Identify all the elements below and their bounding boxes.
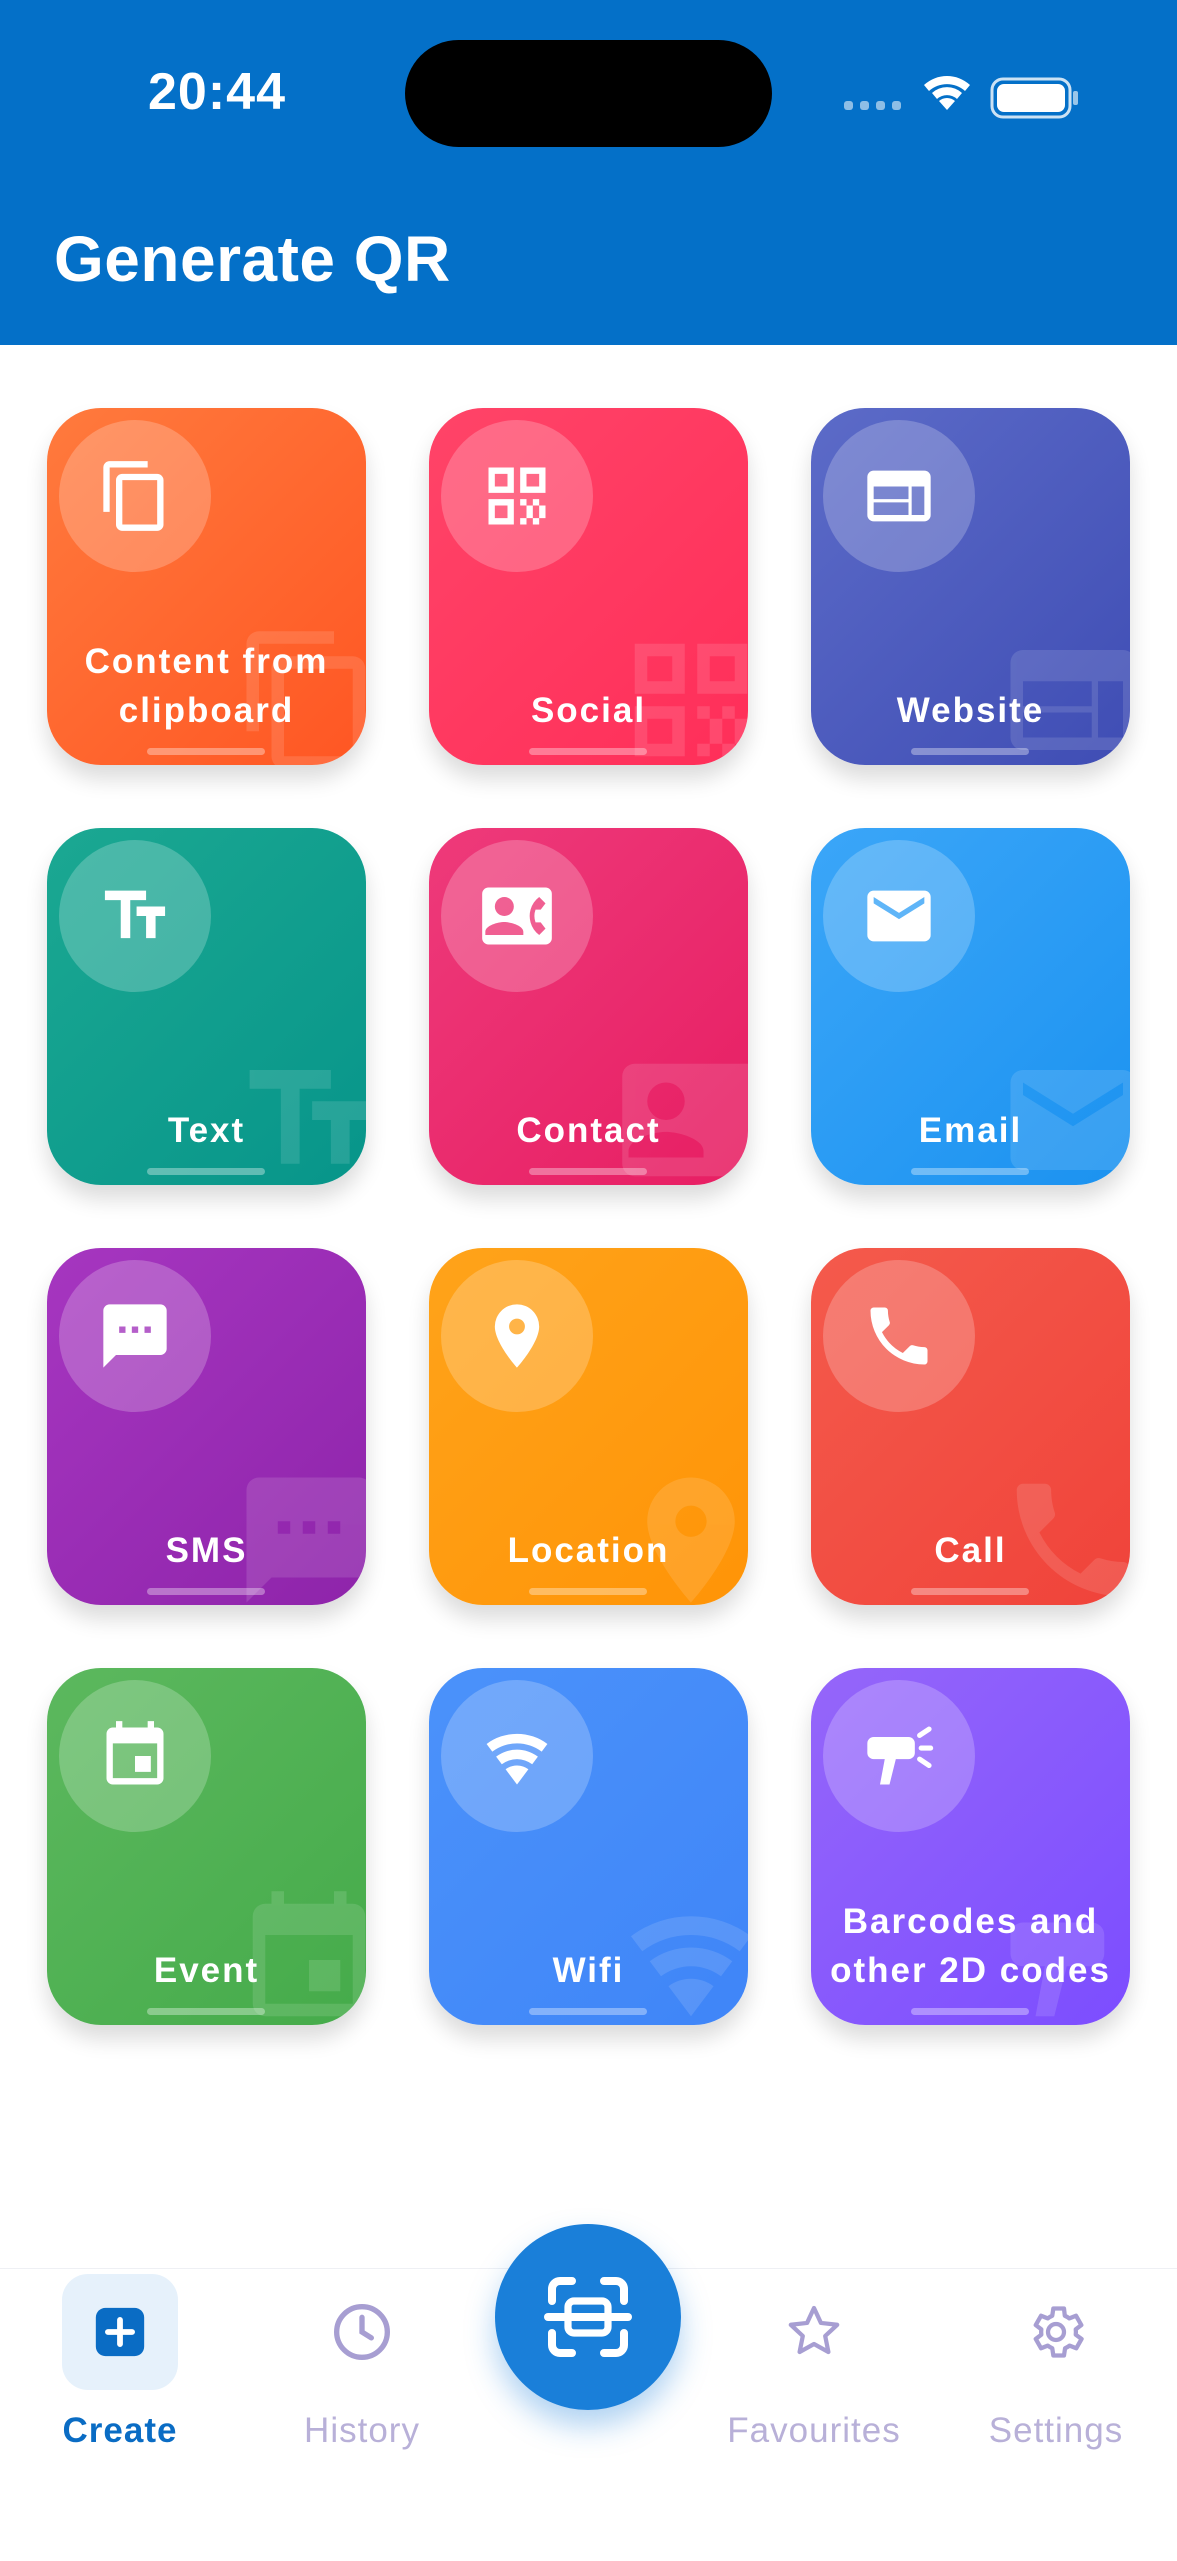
nav-history-label: History (304, 2411, 420, 2450)
tile-label: Barcodes and other 2D codes (830, 1902, 1111, 1990)
tile-bar (147, 2008, 265, 2015)
tile-icon-circle (59, 1260, 211, 1412)
tile-location[interactable]: Location (429, 1248, 748, 1605)
tile-sms[interactable]: SMS (47, 1248, 366, 1605)
tile-label: Website (896, 691, 1045, 730)
star-icon (788, 2305, 840, 2355)
phone-icon (870, 1307, 928, 1365)
tile-bar (911, 1588, 1029, 1595)
tile-social[interactable]: Social (429, 408, 748, 765)
tile-label: SMS (165, 1531, 248, 1570)
tile-barcodes[interactable]: Barcodes and other 2D codes (811, 1668, 1130, 2025)
tile-bar (147, 1168, 265, 1175)
tile-label: Email (918, 1111, 1023, 1150)
tile-icon-circle (823, 1260, 975, 1412)
scan-icon (544, 2277, 632, 2357)
nav-settings[interactable]: Settings (946, 2269, 1166, 2469)
status-time: 20:44 (148, 63, 286, 121)
tile-icon-circle (59, 420, 211, 572)
tile-email[interactable]: Email (811, 828, 1130, 1185)
nav-favourites-icon-box (756, 2274, 872, 2390)
wifi-status-icon (924, 76, 970, 110)
tile-label: Location (507, 1531, 670, 1570)
nav-favourites[interactable]: Favourites (704, 2269, 924, 2469)
contact-card-icon (482, 887, 552, 945)
tile-contact[interactable]: Contact (429, 828, 748, 1185)
clock-icon (334, 2304, 390, 2360)
tile-bar (911, 1168, 1029, 1175)
tile-label: Contact (516, 1111, 661, 1150)
tile-website[interactable]: Website (811, 408, 1130, 765)
email-icon (867, 890, 931, 942)
qr-code-icon (488, 467, 546, 525)
nav-history[interactable]: History (252, 2269, 472, 2469)
wifi-icon (486, 1733, 548, 1785)
tile-bar (147, 1588, 265, 1595)
tile-icon-circle (441, 420, 593, 572)
page-title: Generate QR (54, 223, 451, 295)
web-page-icon (867, 470, 931, 522)
tile-bar (529, 1168, 647, 1175)
tile-label: Event (153, 1951, 260, 1990)
tile-icon-circle (441, 1260, 593, 1412)
tile-text[interactable]: Text (47, 828, 366, 1185)
tile-icon-circle (59, 840, 211, 992)
tile-icon-circle (823, 840, 975, 992)
app-header: 20:44 Generate QR (0, 0, 1177, 345)
scan-button[interactable] (495, 2224, 681, 2410)
tile-icon-circle (441, 1680, 593, 1832)
nav-favourites-label: Favourites (727, 2411, 901, 2450)
tile-label: Text (167, 1111, 246, 1150)
tile-bar (911, 748, 1029, 755)
tile-event[interactable]: Event (47, 1668, 366, 2025)
tile-label: Content from clipboard (84, 642, 329, 730)
tile-bar (147, 748, 265, 755)
barcode-scanner-icon (867, 1726, 934, 1785)
add-box-icon (95, 2307, 145, 2357)
text-format-icon (104, 890, 166, 939)
tile-bar (911, 2008, 1029, 2015)
nav-create-label: Create (62, 2411, 178, 2450)
tile-wifi[interactable]: Wifi (429, 1668, 748, 2025)
tile-icon-circle (823, 1680, 975, 1832)
tile-call[interactable]: Call (811, 1248, 1130, 1605)
tile-label: Wifi (552, 1951, 625, 1990)
tile-label: Call (934, 1531, 1007, 1570)
signal-icon (844, 101, 901, 110)
nav-create[interactable]: Create (10, 2269, 230, 2469)
message-icon (103, 1304, 167, 1368)
location-pin-icon (494, 1304, 540, 1368)
nav-settings-label: Settings (988, 2411, 1124, 2450)
status-icons (844, 76, 1078, 119)
battery-icon (990, 77, 1078, 119)
tile-bar (529, 1588, 647, 1595)
generator-grid: Content from clipboard Social Website Te… (47, 408, 1130, 2025)
clipboard-copy-icon (103, 461, 164, 531)
tile-icon-circle (59, 1680, 211, 1832)
tile-icon-circle (823, 420, 975, 572)
nav-create-icon-box (62, 2274, 178, 2390)
tile-label: Social (530, 691, 647, 730)
tile-bar (529, 748, 647, 755)
tile-icon-circle (441, 840, 593, 992)
tile-clipboard[interactable]: Content from clipboard (47, 408, 366, 765)
tile-bar (529, 2008, 647, 2015)
calendar-icon (106, 1721, 164, 1785)
nav-settings-icon-box (998, 2274, 1114, 2390)
nav-history-icon-box (304, 2274, 420, 2390)
gear-icon (1033, 2306, 1084, 2358)
dynamic-island (405, 40, 772, 147)
